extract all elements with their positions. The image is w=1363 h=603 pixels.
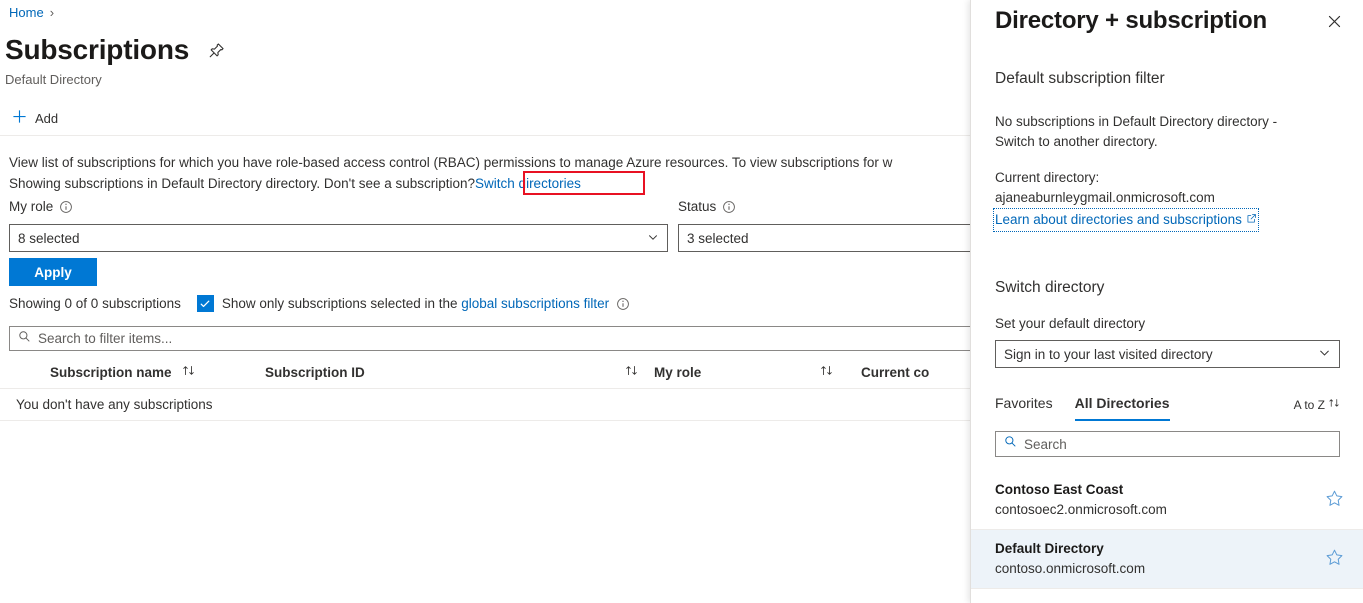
star-outline-icon[interactable] (1325, 548, 1344, 571)
showing-count: Showing 0 of 0 subscriptions (9, 294, 181, 313)
search-icon (1004, 435, 1017, 453)
global-subscriptions-filter-link[interactable]: global subscriptions filter (461, 294, 609, 313)
table-empty-row: You don't have any subscriptions (0, 389, 970, 421)
blade-description: View list of subscriptions for which you… (9, 152, 970, 194)
directory-name: Contoso East Coast (995, 480, 1167, 500)
my-role-label-text: My role (9, 197, 53, 216)
column-header-current-cost[interactable]: Current co (833, 356, 970, 389)
no-subscriptions-line-1: No subscriptions in Default Directory di… (995, 112, 1340, 132)
status-dropdown[interactable]: 3 selected (678, 224, 970, 252)
plus-icon (12, 109, 27, 127)
sort-a-to-z-toggle[interactable]: A to Z (1294, 397, 1340, 421)
directory-tabs-row: Favorites All Directories A to Z (995, 387, 1340, 421)
add-button[interactable]: Add (8, 103, 66, 133)
showing-row: Showing 0 of 0 subscriptions Show only s… (9, 294, 630, 313)
current-directory-label: Current directory: (995, 168, 1340, 188)
add-button-label: Add (35, 111, 58, 126)
global-filter-label-prefix: Show only subscriptions selected in the (222, 294, 458, 313)
status-dropdown-value: 3 selected (687, 231, 749, 246)
empty-state-message: You don't have any subscriptions (16, 397, 212, 412)
close-icon[interactable] (1318, 5, 1350, 37)
chevron-right-icon: › (50, 4, 54, 22)
pin-icon[interactable] (203, 37, 229, 63)
page-subtitle: Default Directory (5, 71, 102, 89)
description-line-1: View list of subscriptions for which you… (9, 155, 892, 170)
directory-info: Contoso East Coast contosoec2.onmicrosof… (995, 480, 1167, 520)
panel-header: Directory + subscription (971, 0, 1363, 42)
column-header-subscription-id[interactable]: Subscription ID (265, 356, 638, 389)
status-filter-label: Status (678, 197, 970, 216)
directory-search-input[interactable] (1024, 437, 1331, 452)
list-item[interactable]: Default Directory contoso.onmicrosoft.co… (971, 530, 1363, 589)
my-role-filter-label: My role (9, 197, 668, 216)
current-directory-block: Current directory: ajaneaburnleygmail.on… (971, 168, 1363, 208)
sort-toggle-label: A to Z (1294, 398, 1325, 412)
default-directory-dropdown-value: Sign in to your last visited directory (1004, 347, 1213, 362)
my-role-dropdown-value: 8 selected (18, 231, 80, 246)
panel-body: Default subscription filter No subscript… (971, 42, 1363, 589)
learn-link-wrapper: Learn about directories and subscription… (971, 210, 1363, 230)
sort-icon (1328, 397, 1340, 412)
chevron-down-icon (1318, 346, 1331, 362)
my-role-filter: My role 8 selected (9, 197, 668, 216)
directory-domain: contosoec2.onmicrosoft.com (995, 500, 1167, 520)
directory-name: Default Directory (995, 539, 1145, 559)
directory-subscription-panel: Directory + subscription Default subscri… (970, 0, 1363, 603)
my-role-dropdown[interactable]: 8 selected (9, 224, 668, 252)
breadcrumb-home-link[interactable]: Home (9, 4, 44, 22)
directory-domain: contoso.onmicrosoft.com (995, 559, 1145, 579)
info-icon[interactable] (616, 297, 630, 311)
star-outline-icon[interactable] (1325, 489, 1344, 512)
column-header-my-role[interactable]: My role (638, 356, 833, 389)
sort-icon (182, 364, 195, 380)
table-header-row: Subscription name Subscription ID My rol… (0, 356, 970, 389)
status-filter: Status 3 selected (678, 197, 970, 216)
panel-title: Directory + subscription (995, 5, 1267, 37)
page-title-row: Subscriptions (5, 31, 229, 69)
current-directory-value: ajaneaburnleygmail.onmicrosoft.com (995, 188, 1340, 208)
tab-all-directories[interactable]: All Directories (1075, 393, 1170, 421)
command-bar: Add (0, 101, 970, 136)
info-icon[interactable] (722, 200, 736, 214)
subscriptions-table: Subscription name Subscription ID My rol… (0, 356, 970, 421)
column-header-subscription-name[interactable]: Subscription name (0, 356, 265, 389)
search-icon (18, 330, 31, 348)
sort-icon (625, 364, 638, 380)
learn-link-label: Learn about directories and subscription… (995, 210, 1242, 230)
default-subscription-filter-heading: Default subscription filter (971, 68, 1363, 90)
directory-list: Contoso East Coast contosoec2.onmicrosof… (971, 471, 1363, 589)
chevron-down-icon (647, 231, 659, 246)
azure-portal-screen: Home › Subscriptions Default Directory A… (0, 0, 1363, 603)
tab-favorites[interactable]: Favorites (995, 393, 1053, 421)
directory-info: Default Directory contoso.onmicrosoft.co… (995, 539, 1145, 579)
default-directory-dropdown[interactable]: Sign in to your last visited directory (995, 340, 1340, 368)
no-subscriptions-message: No subscriptions in Default Directory di… (971, 112, 1363, 152)
description-line-2-prefix: Showing subscriptions in Default Directo… (9, 176, 475, 191)
global-filter-checkbox[interactable] (197, 295, 214, 312)
breadcrumb: Home › (9, 4, 54, 22)
set-default-directory-label: Set your default directory (971, 314, 1363, 333)
list-item[interactable]: Contoso East Coast contosoec2.onmicrosof… (971, 471, 1363, 530)
apply-button[interactable]: Apply (9, 258, 97, 286)
page-title: Subscriptions (5, 31, 189, 69)
switch-directories-link[interactable]: Switch directories (475, 176, 581, 191)
directory-search[interactable] (995, 431, 1340, 457)
no-subscriptions-line-2: Switch to another directory. (995, 132, 1340, 152)
search-input[interactable] (38, 331, 970, 346)
description-line-2: Showing subscriptions in Default Directo… (9, 173, 970, 194)
directory-tabs: Favorites All Directories (995, 387, 1170, 421)
filter-items-search[interactable] (9, 326, 970, 351)
subscriptions-blade: Home › Subscriptions Default Directory A… (0, 0, 970, 603)
learn-about-directories-link[interactable]: Learn about directories and subscription… (995, 210, 1257, 230)
info-icon[interactable] (59, 200, 73, 214)
sort-icon (820, 364, 833, 380)
status-label-text: Status (678, 197, 716, 216)
external-link-icon (1246, 210, 1257, 230)
switch-directory-heading: Switch directory (971, 277, 1363, 299)
